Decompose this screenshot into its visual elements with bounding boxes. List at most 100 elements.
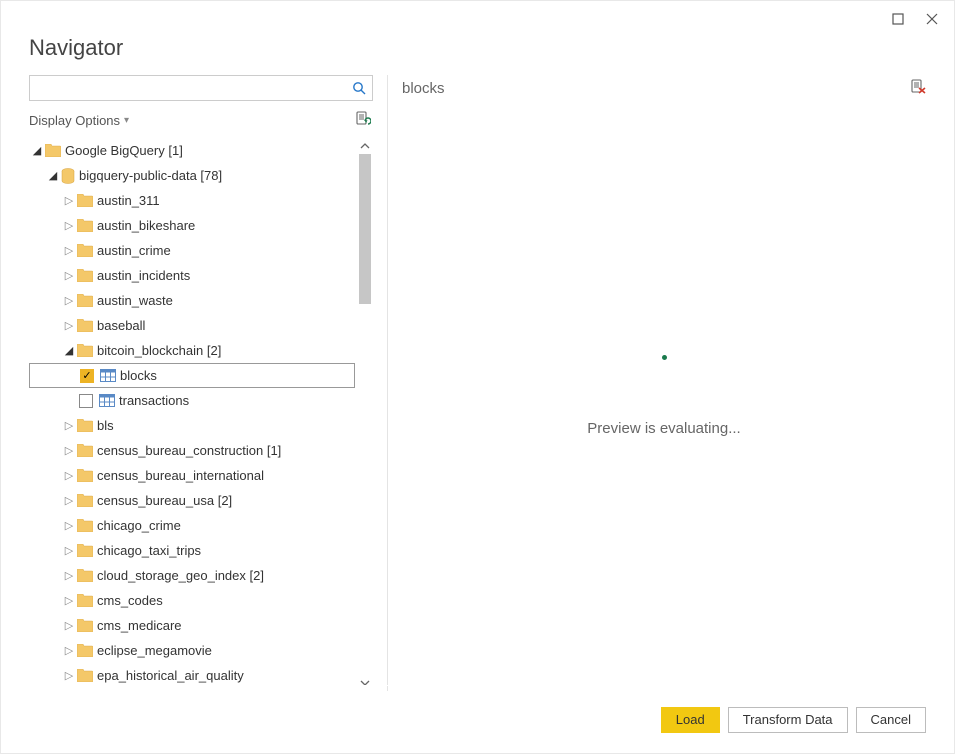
expander-icon[interactable]: ▷ xyxy=(63,494,75,507)
expander-icon[interactable]: ▷ xyxy=(63,594,75,607)
expander-icon[interactable]: ▷ xyxy=(63,244,75,257)
expander-icon[interactable]: ▷ xyxy=(63,519,75,532)
tree-node-dataset[interactable]: ▷austin_311 xyxy=(29,188,355,213)
refresh-icon[interactable] xyxy=(355,111,371,130)
expander-icon[interactable]: ▷ xyxy=(63,569,75,582)
tree-node-dataset[interactable]: ▷ baseball xyxy=(29,313,355,338)
tree-node-dataset[interactable]: ▷austin_bikeshare xyxy=(29,213,355,238)
expander-icon[interactable]: ▷ xyxy=(63,619,75,632)
expander-icon[interactable]: ▷ xyxy=(63,419,75,432)
tree-label: bls xyxy=(97,418,114,433)
expander-icon[interactable]: ▷ xyxy=(63,469,75,482)
cancel-button[interactable]: Cancel xyxy=(856,707,926,733)
expander-icon[interactable]: ▷ xyxy=(63,644,75,657)
tree-node-table[interactable]: transactions xyxy=(29,388,355,413)
navigator-dialog: Navigator Display Options ▾ xyxy=(0,0,955,754)
tree-node-dataset[interactable]: ▷ census_bureau_usa [2] xyxy=(29,488,355,513)
expander-icon[interactable]: ▷ xyxy=(63,269,75,282)
scroll-track[interactable] xyxy=(357,154,373,675)
folder-icon xyxy=(77,619,93,632)
tree-label: bitcoin_blockchain [2] xyxy=(97,343,221,358)
expander-icon[interactable]: ▷ xyxy=(63,319,75,332)
folder-icon xyxy=(77,444,93,457)
expander-icon[interactable]: ◢ xyxy=(63,344,75,357)
folder-icon xyxy=(77,519,93,532)
scroll-up-icon[interactable] xyxy=(357,138,373,154)
table-icon xyxy=(99,394,115,407)
checkbox[interactable] xyxy=(79,394,93,408)
tree-label: transactions xyxy=(119,393,189,408)
tree-node-dataset[interactable]: ▷ chicago_crime xyxy=(29,513,355,538)
folder-icon xyxy=(77,244,93,257)
tree-node-dataset[interactable]: ▷ bls xyxy=(29,413,355,438)
folder-icon xyxy=(77,269,93,282)
scroll-thumb[interactable] xyxy=(359,154,371,304)
tree-view[interactable]: ◢ Google BigQuery [1] ◢ bigquery-pu xyxy=(29,138,373,691)
close-button[interactable] xyxy=(920,7,944,31)
search-input[interactable] xyxy=(30,81,346,96)
preview-pane: blocks Preview is evaluating... xyxy=(402,75,926,691)
expander-icon[interactable]: ▷ xyxy=(63,194,75,207)
folder-icon xyxy=(45,144,61,157)
table-icon xyxy=(100,369,116,382)
tree-label: chicago_crime xyxy=(97,518,181,533)
expander-icon[interactable]: ◢ xyxy=(31,144,43,157)
database-icon xyxy=(61,168,75,184)
tree-node-dataset[interactable]: ▷ chicago_taxi_trips xyxy=(29,538,355,563)
tree-label: census_bureau_construction [1] xyxy=(97,443,281,458)
expander-icon[interactable]: ▷ xyxy=(63,294,75,307)
folder-icon xyxy=(77,469,93,482)
tree-node-dataset[interactable]: ▷ austin_incidents xyxy=(29,263,355,288)
tree-node-table[interactable]: ✓blocks xyxy=(29,363,355,388)
display-options-dropdown[interactable]: Display Options ▾ xyxy=(29,113,129,128)
expander-icon[interactable]: ▷ xyxy=(63,544,75,557)
expander-icon[interactable]: ▷ xyxy=(63,219,75,232)
loading-spinner-icon xyxy=(662,355,667,360)
search-icon[interactable] xyxy=(346,81,372,95)
preview-title: blocks xyxy=(402,80,445,97)
chevron-down-icon: ▾ xyxy=(124,115,129,126)
transform-data-button[interactable]: Transform Data xyxy=(728,707,848,733)
preview-status-text: Preview is evaluating... xyxy=(587,420,740,437)
maximize-button[interactable] xyxy=(886,7,910,31)
tree-label: Google BigQuery [1] xyxy=(65,143,183,158)
folder-icon xyxy=(77,669,93,682)
clear-preview-icon[interactable] xyxy=(910,79,926,98)
folder-icon xyxy=(77,644,93,657)
tree-label: chicago_taxi_trips xyxy=(97,543,201,558)
tree-label: cloud_storage_geo_index [2] xyxy=(97,568,264,583)
tree-label: austin_crime xyxy=(97,243,171,258)
scrollbar[interactable] xyxy=(357,138,373,691)
dialog-title: Navigator xyxy=(1,35,954,61)
tree-label: census_bureau_international xyxy=(97,468,264,483)
tree-label: baseball xyxy=(97,318,145,333)
tree-node-dataset[interactable]: ▷ census_bureau_international xyxy=(29,463,355,488)
search-box[interactable] xyxy=(29,75,373,101)
tree-node-project[interactable]: ◢ bigquery-public-data [78] xyxy=(29,163,355,188)
folder-icon xyxy=(77,194,93,207)
tree-label: eclipse_megamovie xyxy=(97,643,212,658)
tree-node-dataset[interactable]: ▷austin_waste xyxy=(29,288,355,313)
tree-node-dataset-open[interactable]: ◢ bitcoin_blockchain [2] xyxy=(29,338,355,363)
folder-icon xyxy=(77,544,93,557)
tree-node-dataset[interactable]: ▷ cloud_storage_geo_index [2] xyxy=(29,563,355,588)
folder-icon xyxy=(77,294,93,307)
tree-node-dataset[interactable]: ▷ eclipse_megamovie xyxy=(29,638,355,663)
folder-icon xyxy=(77,219,93,232)
checkbox[interactable]: ✓ xyxy=(80,369,94,383)
expander-icon[interactable]: ▷ xyxy=(63,444,75,457)
tree-node-root[interactable]: ◢ Google BigQuery [1] xyxy=(29,138,355,163)
tree-node-dataset[interactable]: ▷cms_medicare xyxy=(29,613,355,638)
tree-label: austin_incidents xyxy=(97,268,190,283)
tree-node-dataset[interactable]: ▷ austin_crime xyxy=(29,238,355,263)
expander-icon[interactable]: ◢ xyxy=(47,169,59,182)
load-button[interactable]: Load xyxy=(661,707,720,733)
expander-icon[interactable]: ▷ xyxy=(63,669,75,682)
tree-node-dataset[interactable]: ▷cms_codes xyxy=(29,588,355,613)
tree-node-dataset[interactable]: ▷ census_bureau_construction [1] xyxy=(29,438,355,463)
titlebar xyxy=(1,1,954,37)
folder-icon xyxy=(77,344,93,357)
tree-label: epa_historical_air_quality xyxy=(97,668,244,683)
folder-icon xyxy=(77,494,93,507)
tree-label: census_bureau_usa [2] xyxy=(97,493,232,508)
